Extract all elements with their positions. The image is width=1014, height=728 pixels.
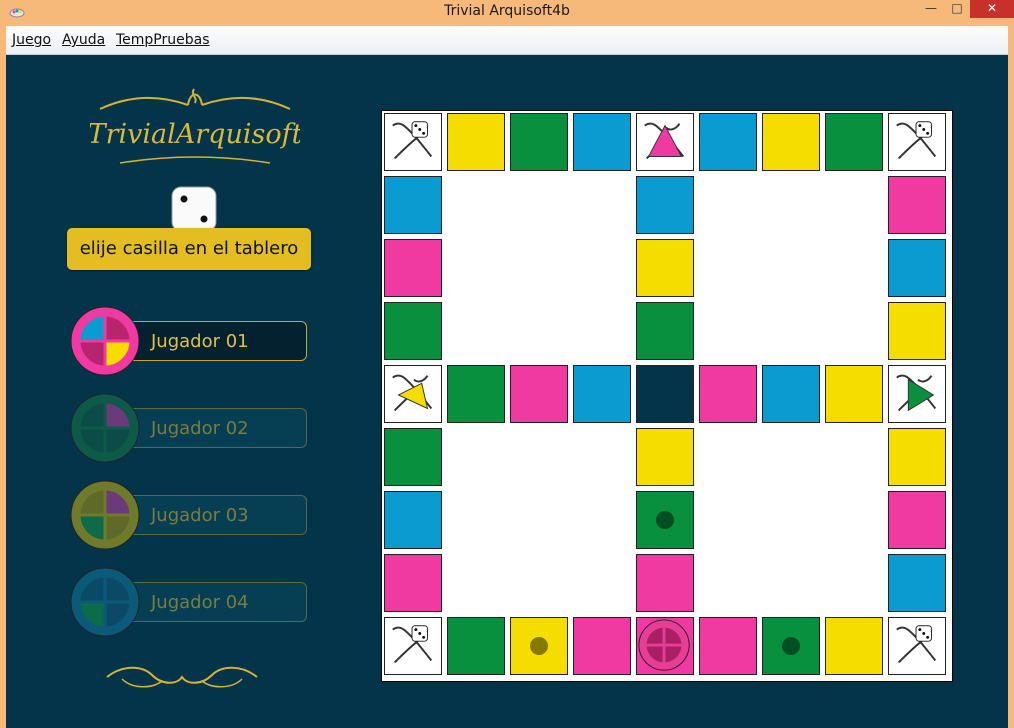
game-board [381, 110, 953, 682]
board-cell-green[interactable] [636, 491, 694, 549]
player-panel-3[interactable]: Jugador 03 [69, 479, 313, 551]
logo: TrivialArquisoft [90, 88, 300, 164]
board-cell-white[interactable] [888, 617, 946, 675]
dice-scroll-icon [896, 625, 937, 664]
board-cell-pink[interactable] [384, 239, 442, 297]
board-cell-blue[interactable] [888, 239, 946, 297]
dice-scroll-icon [896, 121, 937, 160]
board-cell-blue[interactable] [699, 113, 757, 171]
board-cell-blue[interactable] [384, 491, 442, 549]
menu-juego[interactable]: Juego [12, 32, 51, 48]
board-cell-white[interactable] [636, 113, 694, 171]
board-cell-green[interactable] [384, 428, 442, 486]
player-panel-1[interactable]: Jugador 01 [69, 305, 313, 377]
player-panel-4[interactable]: Jugador 04 [69, 566, 313, 638]
window-title: Trivial Arquisoft4b [444, 3, 570, 19]
dice-scroll-icon [392, 625, 433, 664]
close-button[interactable]: ✕ [970, 0, 1014, 18]
minimize-button[interactable]: — [918, 0, 944, 18]
board-cell-dark[interactable] [636, 365, 694, 423]
menu-bar: Juego Ayuda TempPruebas [6, 26, 1008, 55]
player-token-icon [70, 393, 140, 463]
board-cell-pink[interactable] [636, 617, 694, 675]
board-cell-yellow[interactable] [636, 428, 694, 486]
board-cell-pink[interactable] [699, 365, 757, 423]
board-cell-green[interactable] [762, 617, 820, 675]
die[interactable] [171, 186, 217, 232]
board-cell-pink[interactable] [888, 176, 946, 234]
board-cell-white[interactable] [384, 113, 442, 171]
board-cell-white[interactable] [888, 365, 946, 423]
title-bar: Trivial Arquisoft4b — □ ✕ [0, 0, 1014, 24]
board-cell-yellow[interactable] [510, 617, 568, 675]
player-name: Jugador 02 [151, 418, 249, 439]
board-cell-yellow[interactable] [888, 428, 946, 486]
board-cell-green[interactable] [447, 617, 505, 675]
game-area: TrivialArquisoft elije casilla en el tab… [6, 55, 1008, 728]
position-marker [530, 637, 548, 655]
board-cell-yellow[interactable] [888, 302, 946, 360]
player-token-icon [638, 619, 690, 671]
player-token-icon [70, 480, 140, 550]
board-cell-pink[interactable] [636, 554, 694, 612]
position-marker [782, 637, 800, 655]
board-cell-yellow[interactable] [447, 113, 505, 171]
dice-scroll-icon [392, 121, 433, 160]
player-panel-2[interactable]: Jugador 02 [69, 392, 313, 464]
board-cell-blue[interactable] [762, 365, 820, 423]
board-cell-pink[interactable] [699, 617, 757, 675]
board-cell-blue[interactable] [384, 176, 442, 234]
status-message: elije casilla en el tablero [67, 228, 311, 270]
board-cell-green[interactable] [510, 113, 568, 171]
board-cell-yellow[interactable] [636, 239, 694, 297]
board-cell-white[interactable] [888, 113, 946, 171]
board-cell-blue[interactable] [573, 113, 631, 171]
board-cell-white[interactable] [384, 617, 442, 675]
board-cell-green[interactable] [447, 365, 505, 423]
player-token-icon [70, 567, 140, 637]
pink-wedge-icon [644, 122, 685, 160]
board-cell-yellow[interactable] [825, 365, 883, 423]
board-cell-white[interactable] [384, 365, 442, 423]
board-cell-blue[interactable] [573, 365, 631, 423]
board-cell-pink[interactable] [384, 554, 442, 612]
board-cell-yellow[interactable] [762, 113, 820, 171]
board-cell-blue[interactable] [888, 554, 946, 612]
player-name: Jugador 04 [151, 592, 249, 613]
logo-text: TrivialArquisoft [90, 119, 300, 150]
player-name: Jugador 01 [151, 331, 249, 352]
green-wedge-icon [896, 374, 937, 412]
board-cell-pink[interactable] [573, 617, 631, 675]
player-name: Jugador 03 [151, 505, 249, 526]
player-token-icon [70, 306, 140, 376]
board-cell-pink[interactable] [888, 491, 946, 549]
yellow-wedge-icon [392, 374, 433, 412]
position-marker [656, 511, 674, 529]
maximize-button[interactable]: □ [944, 0, 970, 18]
board-cell-green[interactable] [636, 302, 694, 360]
board-cell-yellow[interactable] [825, 617, 883, 675]
menu-ayuda[interactable]: Ayuda [62, 32, 105, 48]
board-cell-green[interactable] [825, 113, 883, 171]
board-cell-green[interactable] [384, 302, 442, 360]
menu-temppruebas[interactable]: TempPruebas [116, 32, 210, 48]
board-cell-pink[interactable] [510, 365, 568, 423]
board-cell-blue[interactable] [636, 176, 694, 234]
ornament [106, 666, 258, 688]
